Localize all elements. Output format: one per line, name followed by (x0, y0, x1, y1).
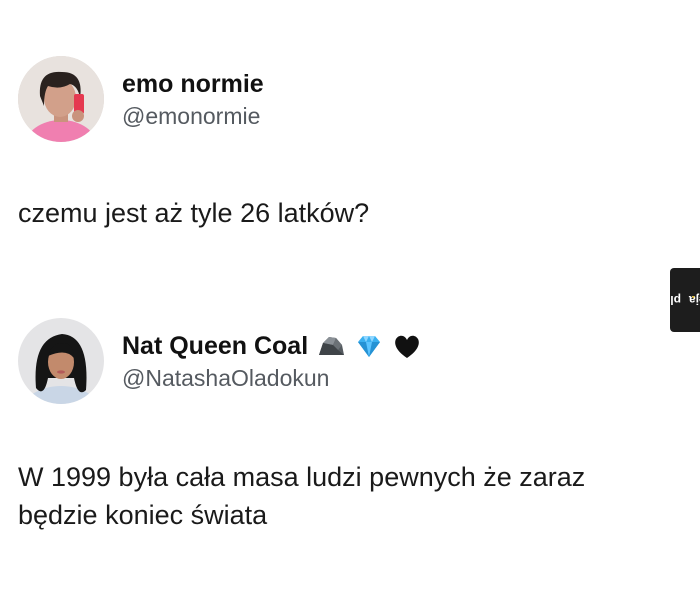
tweet-header: emo normie @emonormie (18, 56, 670, 142)
black-heart-icon (392, 331, 422, 361)
avatar[interactable] (18, 56, 104, 142)
user-handle[interactable]: @emonormie (122, 103, 264, 130)
rock-icon (316, 331, 346, 361)
display-name[interactable]: emo normie (122, 69, 264, 99)
display-name-text[interactable]: emo normie (122, 69, 264, 99)
tweet-1: emo normie @emonormie czemu jest aż tyle… (18, 56, 670, 232)
tweet-header: Nat Queen Coal @NatashaOladokun (18, 318, 670, 404)
gem-icon (354, 331, 384, 361)
tweet-text: W 1999 była cała masa ludzi pewnych że z… (18, 462, 586, 530)
display-name-text[interactable]: Nat Queen Coal (122, 331, 308, 361)
tweet-2: Nat Queen Coal @NatashaOladokun W 1999 b… (18, 318, 670, 534)
avatar-image (18, 56, 104, 142)
avatar-image (18, 318, 104, 404)
user-handle[interactable]: @NatashaOladokun (122, 365, 422, 392)
display-name[interactable]: Nat Queen Coal (122, 331, 422, 361)
avatar[interactable] (18, 318, 104, 404)
watermark-logo: jeja.pl (670, 293, 700, 307)
site-watermark[interactable]: jeja.pl (670, 268, 700, 332)
tweet-text: czemu jest aż tyle 26 latków? (18, 198, 370, 228)
